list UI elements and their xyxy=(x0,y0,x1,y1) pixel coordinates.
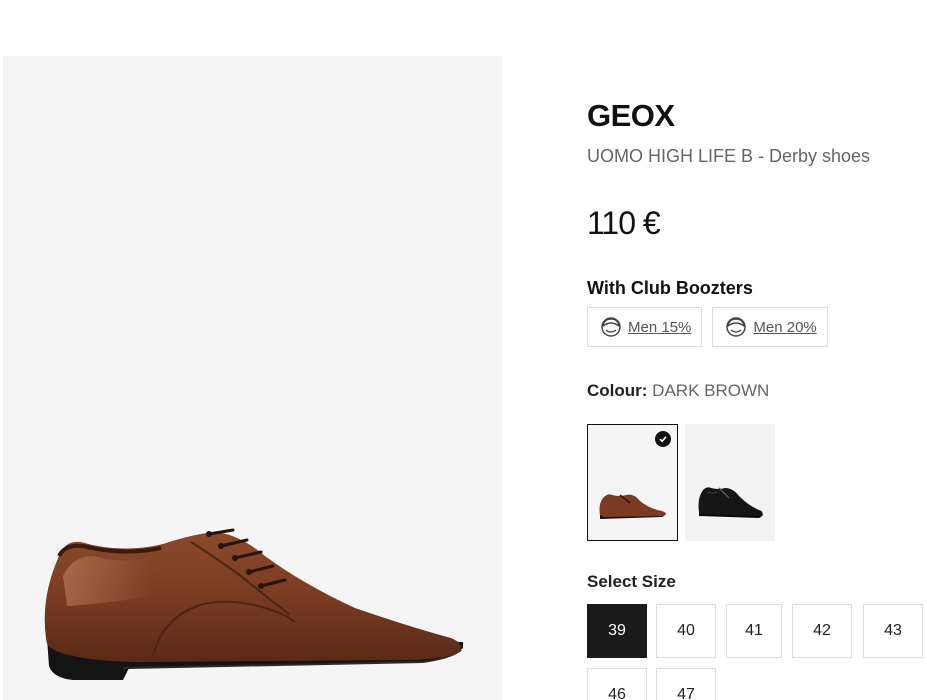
club-title: With Club Boozters xyxy=(587,278,753,298)
colour-value: DARK BROWN xyxy=(652,381,770,400)
black-shoe-thumbnail xyxy=(698,487,763,518)
club-badge-men-20[interactable]: Men 20% xyxy=(712,307,828,347)
club-badge-label: Men 20% xyxy=(753,318,817,336)
colour-swatches xyxy=(587,424,775,541)
person-face-icon xyxy=(726,317,747,337)
size-option-39[interactable]: 39 xyxy=(587,604,647,658)
product-price: 110 € xyxy=(587,205,661,241)
swatch-black[interactable] xyxy=(685,424,775,541)
selected-check-icon xyxy=(655,431,671,447)
product-image[interactable] xyxy=(3,56,502,700)
size-option-42[interactable]: 42 xyxy=(792,604,852,658)
brand-name[interactable]: GEOX xyxy=(587,98,675,134)
size-option-46[interactable]: 46 xyxy=(587,668,647,700)
size-option-47[interactable]: 47 xyxy=(656,668,716,700)
swatch-dark-brown[interactable] xyxy=(587,424,678,541)
brown-derby-shoe-image xyxy=(44,528,463,680)
colour-key: Colour: xyxy=(587,381,648,400)
product-info-panel: GEOX UOMO HIGH LIFE B - Derby shoes 110 … xyxy=(587,0,927,700)
person-face-icon xyxy=(601,317,621,337)
club-discount-badges: Men 15% Men 20% xyxy=(587,307,828,347)
size-option-40[interactable]: 40 xyxy=(656,604,716,658)
colour-selection-label: Colour: DARK BROWN xyxy=(587,381,769,401)
size-option-41[interactable]: 41 xyxy=(726,604,782,658)
brown-shoe-thumbnail xyxy=(599,494,666,519)
select-size-title: Select Size xyxy=(587,572,676,591)
club-badge-label: Men 15% xyxy=(628,318,692,336)
size-option-43[interactable]: 43 xyxy=(863,604,923,658)
product-name: UOMO HIGH LIFE B - Derby shoes xyxy=(587,146,871,166)
club-badge-men-15[interactable]: Men 15% xyxy=(587,307,703,347)
